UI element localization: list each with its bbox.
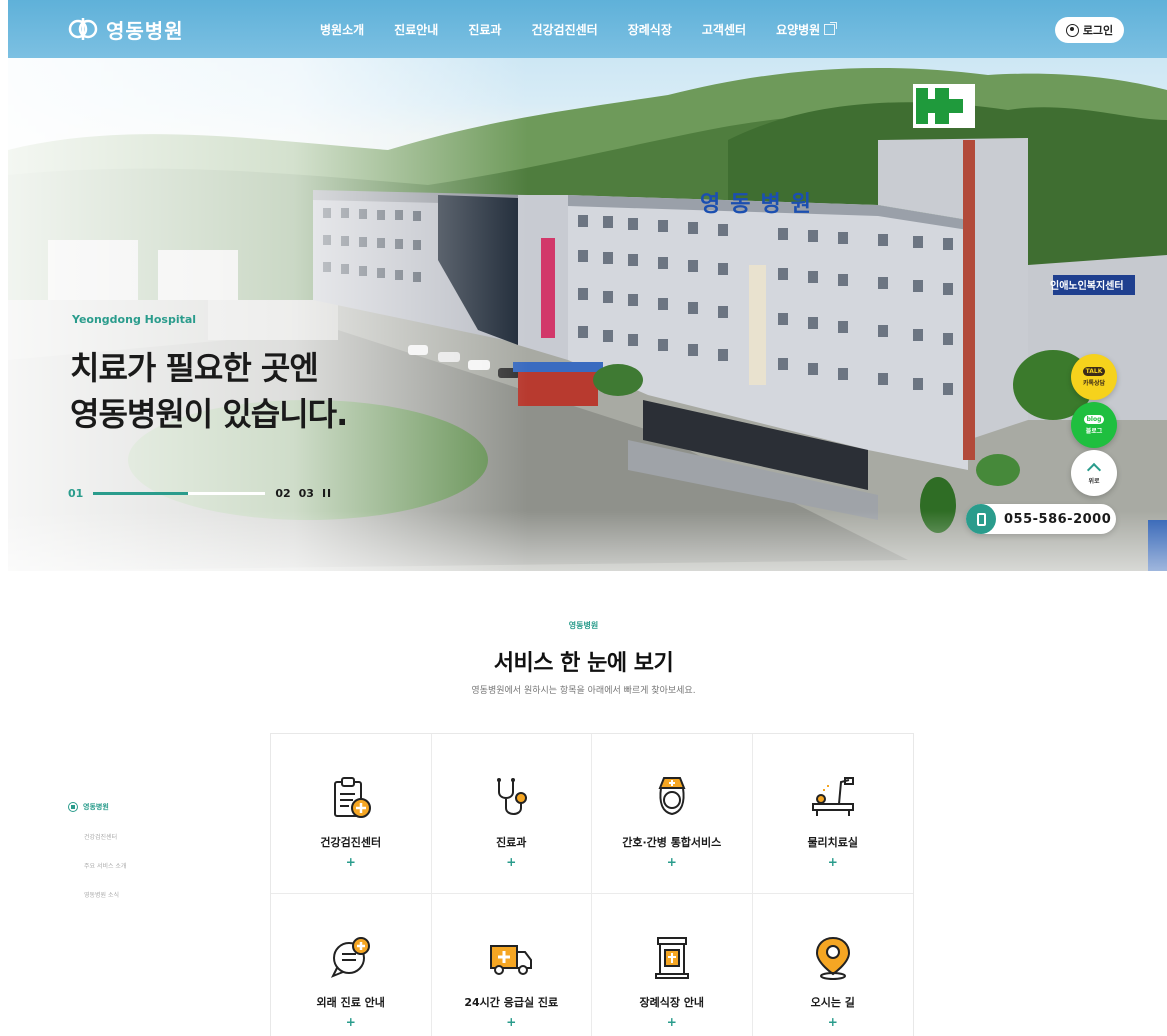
side-nav-title: 영동병원: [83, 803, 109, 811]
side-nav-head[interactable]: 영동병원: [68, 802, 126, 812]
hero-title: 치료가 필요한 곳엔 영동병원이 있습니다.: [70, 345, 348, 437]
section-title: 서비스 한 눈에 보기: [493, 651, 674, 676]
ambulance-icon: [490, 945, 533, 975]
phone-icon: [966, 504, 996, 534]
memorial-icon: [654, 937, 689, 979]
plus-icon: +: [506, 855, 517, 869]
service-grid: 건강검진센터 + 진료과 + 간호·간병 통합서비스 + 물리치료실 + 외래 …: [270, 733, 914, 1036]
home-icon: [68, 802, 78, 812]
main-nav: 병원소개 진료안내 진료과 건강검진센터 장례식장 고객센터 요양병원: [320, 21, 865, 38]
service-label: 물리치료실: [807, 836, 859, 849]
section-description: 영동병원에서 원하시는 항목을 아래에서 빠르게 찾아보세요.: [471, 686, 696, 696]
nurse-icon: [658, 777, 686, 816]
service-card-directions[interactable]: 오시는 길 +: [753, 894, 914, 1036]
side-quick-nav: 영동병원 건강검진센터 주요 서비스 소개 영동병원 소식: [68, 802, 126, 899]
service-label: 간호·간병 통합서비스: [622, 836, 722, 849]
service-label: 장례식장 안내: [639, 996, 705, 1009]
building-sign: 영동병원: [700, 192, 821, 217]
pause-button[interactable]: II: [322, 487, 332, 500]
plus-icon: +: [827, 855, 838, 869]
service-label: 24시간 응급실 진료: [464, 996, 559, 1009]
section-eyebrow: 영동병원: [568, 621, 599, 630]
service-card-checkup[interactable]: 건강검진센터 +: [271, 734, 432, 894]
scroll-top-button[interactable]: 위로: [1071, 450, 1117, 496]
logo-icon: [68, 18, 98, 40]
side-item-news[interactable]: 영동병원 소식: [84, 890, 126, 899]
slide-progress-fill: [93, 492, 188, 495]
chat-plus-icon: [330, 937, 370, 978]
side-item-services[interactable]: 주요 서비스 소개: [84, 861, 126, 870]
nav-item-departments[interactable]: 진료과: [468, 21, 501, 38]
slide-controls: 01 02 03 II: [68, 487, 332, 500]
stethoscope-icon: [497, 778, 528, 815]
service-label: 외래 진료 안내: [316, 996, 385, 1009]
hero-title-line1: 치료가 필요한 곳엔: [70, 349, 319, 387]
kakao-talk-label: 카톡상담: [1082, 380, 1106, 387]
nav-item-guide[interactable]: 진료안내: [394, 21, 438, 38]
logo[interactable]: 영동병원: [66, 14, 184, 44]
hero-eyebrow: Yeongdong Hospital: [72, 313, 197, 326]
plus-icon: +: [666, 1015, 677, 1029]
nav-item-checkup[interactable]: 건강검진센터: [531, 21, 597, 38]
kakao-talk-icon: TALK: [1082, 367, 1106, 376]
login-button[interactable]: 로그인: [1055, 17, 1124, 43]
side-item-checkup[interactable]: 건강검진센터: [84, 832, 126, 841]
annex-sign: 인애노인복지센터: [1050, 281, 1124, 292]
slide-progress: [93, 492, 266, 495]
phone-number: 055-586-2000: [1004, 511, 1112, 527]
chevron-up-icon: [1086, 462, 1102, 478]
service-card-departments[interactable]: 진료과 +: [431, 734, 592, 894]
nav-item-funeral[interactable]: 장례식장: [628, 21, 672, 38]
kakao-talk-button[interactable]: TALK 카톡상담: [1071, 354, 1117, 400]
nav-item-about[interactable]: 병원소개: [320, 21, 364, 38]
scroll-top-label: 위로: [1088, 478, 1100, 485]
physio-bed-icon: [811, 777, 854, 816]
service-card-funeral[interactable]: 장례식장 안내 +: [592, 894, 753, 1036]
service-label: 건강검진센터: [320, 836, 382, 849]
service-card-outpatient[interactable]: 외래 진료 안내 +: [271, 894, 432, 1036]
user-icon: [1065, 23, 1079, 37]
plus-icon: +: [506, 1015, 517, 1029]
map-pin-icon: [815, 936, 850, 980]
nav-item-nursing-hospital[interactable]: 요양병원: [776, 21, 838, 38]
plus-icon: +: [345, 855, 356, 869]
phone-badge[interactable]: 055-586-2000: [966, 504, 1116, 534]
slide-03[interactable]: 03: [299, 487, 314, 500]
plus-icon: +: [827, 1015, 838, 1029]
hero-title-line2: 영동병원이 있습니다.: [70, 395, 348, 433]
slide-current[interactable]: 01: [68, 487, 83, 500]
service-label: 오시는 길: [810, 996, 855, 1009]
clipboard-plus-icon: [333, 777, 371, 818]
blog-label: 블로그: [1085, 428, 1103, 435]
hero-banner: [8, 0, 1167, 571]
logo-text: 영동병원: [106, 18, 184, 43]
nav-item-nursing-label: 요양병원: [776, 23, 821, 37]
service-card-emergency[interactable]: 24시간 응급실 진료 +: [432, 894, 592, 1036]
external-link-icon: [824, 22, 838, 35]
login-label: 로그인: [1082, 24, 1114, 37]
slide-02[interactable]: 02: [275, 487, 290, 500]
service-label: 진료과: [496, 836, 527, 849]
service-card-nursing[interactable]: 간호·간병 통합서비스 +: [592, 734, 753, 894]
blog-button[interactable]: blog 블로그: [1071, 402, 1117, 448]
top-header: 영동병원 병원소개 진료안내 진료과 건강검진센터 장례식장 고객센터 요양병원…: [8, 0, 1167, 58]
plus-icon: +: [345, 1015, 356, 1029]
plus-icon: +: [666, 855, 677, 869]
service-card-physio[interactable]: 물리치료실 +: [752, 734, 913, 894]
blog-icon: blog: [1083, 415, 1105, 424]
nav-item-customer[interactable]: 고객센터: [702, 21, 746, 38]
